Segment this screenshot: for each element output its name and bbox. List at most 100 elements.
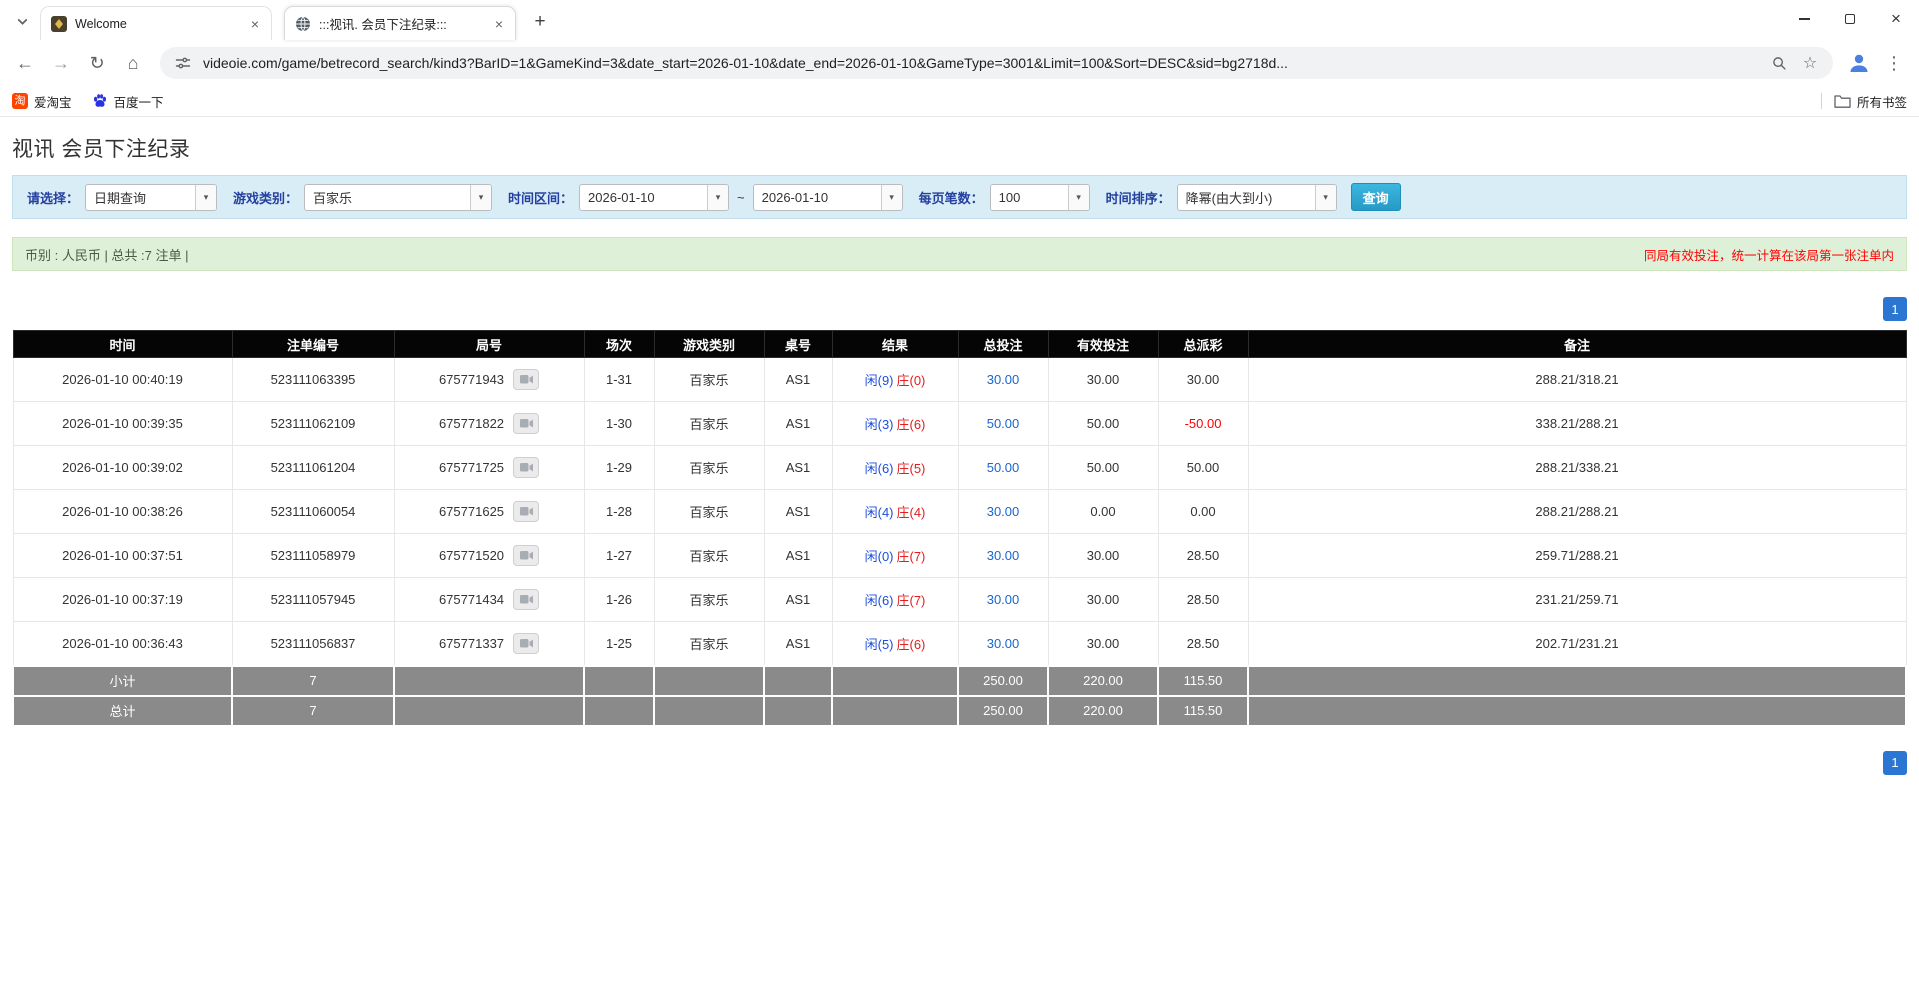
cell-time: 2026-01-10 00:40:19	[13, 358, 232, 402]
profile-icon[interactable]	[1843, 47, 1875, 79]
cell-table-no: AS1	[764, 490, 832, 534]
per-page-input[interactable]: 100 ▾	[990, 184, 1090, 211]
cell-bet-id: 523111062109	[232, 402, 394, 446]
cell-payout: 30.00	[1158, 358, 1248, 402]
page-1-button[interactable]: 1	[1883, 297, 1907, 321]
chevron-down-icon[interactable]: ▾	[707, 185, 728, 210]
chevron-down-icon[interactable]: ▾	[470, 185, 491, 210]
page-content: 视讯 会员下注纪录 请选择： 日期查询 ▾ 游戏类别： 百家乐 ▾ 时间区间： …	[0, 133, 1919, 775]
result-banker: 庄(6)	[897, 417, 926, 432]
bookmark-baidu[interactable]: 百度一下	[92, 92, 164, 111]
cell-result: 闲(6)庄(7)	[832, 578, 958, 622]
bookmark-label: 爱淘宝	[34, 92, 72, 111]
table-row: 2026-01-10 00:39:35523111062109675771822…	[13, 402, 1906, 446]
total-bet-link[interactable]: 50.00	[987, 460, 1020, 475]
minimize-button[interactable]	[1781, 0, 1827, 38]
total-bet-link[interactable]: 30.00	[987, 548, 1020, 563]
page-1-button[interactable]: 1	[1883, 751, 1907, 775]
chevron-down-icon[interactable]: ▾	[881, 185, 902, 210]
bookmarks-bar: 淘 爱淘宝 百度一下 所有书签	[0, 86, 1919, 117]
query-type-label: 请选择：	[27, 188, 79, 207]
total-bet-link[interactable]: 30.00	[987, 592, 1020, 607]
cell-table-no: AS1	[764, 534, 832, 578]
cell-empty	[764, 666, 832, 696]
bet-records-table: 时间 注单编号 局号 场次 游戏类别 桌号 结果 总投注 有效投注 总派彩 备注…	[12, 330, 1907, 727]
cell-round: 675771520	[394, 534, 584, 578]
cell-game-kind: 百家乐	[654, 446, 764, 490]
site-info-icon[interactable]	[172, 52, 194, 74]
zoom-icon[interactable]	[1768, 52, 1790, 74]
total-bet-link[interactable]: 30.00	[987, 636, 1020, 651]
tab-betrecord[interactable]: :::视讯. 会员下注纪录::: ×	[284, 6, 516, 40]
new-tab-button[interactable]: +	[526, 8, 554, 36]
table-body: 2026-01-10 00:40:19523111063395675771943…	[13, 358, 1906, 666]
table-row: 2026-01-10 00:37:51523111058979675771520…	[13, 534, 1906, 578]
cell-payout: 28.50	[1158, 622, 1248, 666]
cell-time: 2026-01-10 00:37:19	[13, 578, 232, 622]
video-replay-button[interactable]	[513, 589, 539, 610]
subtotal-payout: 115.50	[1158, 666, 1248, 696]
sort-order-value[interactable]: 降幂(由大到小)	[1178, 185, 1315, 210]
url-text[interactable]: videoie.com/game/betrecord_search/kind3?…	[203, 55, 1759, 71]
all-bookmarks-button[interactable]: 所有书签	[1834, 92, 1907, 111]
chevron-down-icon[interactable]: ▾	[1068, 185, 1089, 210]
total-bet-link[interactable]: 30.00	[987, 372, 1020, 387]
date-start-value[interactable]: 2026-01-10	[580, 185, 707, 210]
cell-result: 闲(9)庄(0)	[832, 358, 958, 402]
chevron-down-icon[interactable]: ▾	[195, 185, 216, 210]
game-kind-value[interactable]: 百家乐	[305, 185, 470, 210]
table-row: 2026-01-10 00:36:43523111056837675771337…	[13, 622, 1906, 666]
tab-search-button[interactable]	[8, 7, 36, 35]
tab-welcome[interactable]: Welcome ×	[40, 6, 272, 40]
cell-empty	[394, 696, 584, 726]
bookmark-star-icon[interactable]: ☆	[1799, 52, 1821, 74]
video-camera-icon	[520, 506, 533, 517]
globe-favicon-icon	[295, 16, 311, 32]
date-end-input[interactable]: 2026-01-10 ▾	[753, 184, 903, 211]
cell-total-bet: 30.00	[958, 490, 1048, 534]
video-replay-button[interactable]	[513, 633, 539, 654]
url-bar[interactable]: videoie.com/game/betrecord_search/kind3?…	[160, 47, 1833, 79]
video-replay-button[interactable]	[513, 369, 539, 390]
total-bet-link[interactable]: 30.00	[987, 504, 1020, 519]
cell-session: 1-26	[584, 578, 654, 622]
cell-total-bet: 30.00	[958, 578, 1048, 622]
reload-icon[interactable]: ↻	[80, 46, 114, 80]
back-icon[interactable]: ←	[8, 46, 42, 80]
window-controls: ×	[1781, 0, 1919, 40]
home-icon[interactable]: ⌂	[116, 46, 150, 80]
total-bet-link[interactable]: 50.00	[987, 416, 1020, 431]
game-kind-select[interactable]: 百家乐 ▾	[304, 184, 492, 211]
payout-value: 0.00	[1190, 504, 1215, 519]
video-replay-button[interactable]	[513, 501, 539, 522]
close-button[interactable]: ×	[1873, 0, 1919, 38]
video-camera-icon	[520, 418, 533, 429]
cell-payout: 50.00	[1158, 446, 1248, 490]
forward-icon[interactable]: →	[44, 46, 78, 80]
query-type-value[interactable]: 日期查询	[86, 185, 195, 210]
menu-icon[interactable]: ⋮	[1877, 46, 1911, 80]
maximize-button[interactable]	[1827, 0, 1873, 38]
date-end-value[interactable]: 2026-01-10	[754, 185, 881, 210]
date-start-input[interactable]: 2026-01-10 ▾	[579, 184, 729, 211]
close-tab-icon[interactable]: ×	[247, 16, 263, 32]
query-type-select[interactable]: 日期查询 ▾	[85, 184, 217, 211]
cell-session: 1-29	[584, 446, 654, 490]
bookmark-aitaobao[interactable]: 淘 爱淘宝	[12, 92, 72, 111]
video-replay-button[interactable]	[513, 413, 539, 434]
chevron-down-icon[interactable]: ▾	[1315, 185, 1336, 210]
cell-note: 338.21/288.21	[1248, 402, 1906, 446]
video-replay-button[interactable]	[513, 545, 539, 566]
search-button[interactable]: 查询	[1351, 183, 1401, 211]
sort-order-select[interactable]: 降幂(由大到小) ▾	[1177, 184, 1337, 211]
round-number: 675771520	[439, 548, 504, 563]
cell-valid-bet: 30.00	[1048, 578, 1158, 622]
cell-valid-bet: 50.00	[1048, 402, 1158, 446]
video-camera-icon	[520, 594, 533, 605]
table-header-row: 时间 注单编号 局号 场次 游戏类别 桌号 结果 总投注 有效投注 总派彩 备注	[13, 331, 1906, 358]
cell-time: 2026-01-10 00:39:02	[13, 446, 232, 490]
result-player: 闲(9)	[865, 373, 894, 388]
per-page-value[interactable]: 100	[991, 185, 1068, 210]
video-replay-button[interactable]	[513, 457, 539, 478]
close-tab-icon[interactable]: ×	[491, 16, 507, 32]
